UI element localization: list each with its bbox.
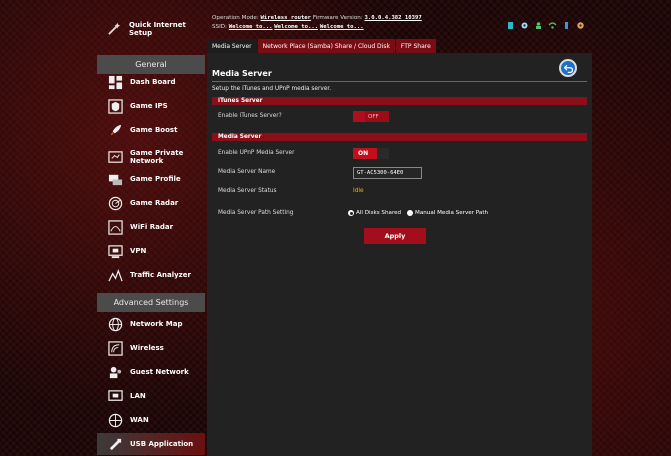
dashboard-icon: [107, 74, 123, 90]
profile-icon: [107, 171, 123, 187]
tab-bar: Media Server Network Place (Samba) Share…: [207, 39, 437, 53]
itunes-section-header: iTunes Server: [212, 97, 587, 105]
back-button[interactable]: [559, 59, 577, 77]
lan-icon: [107, 388, 123, 404]
top-info: Operation Mode: Wireless router Firmware…: [212, 14, 422, 32]
ssid-link[interactable]: Welcome to...: [320, 24, 364, 30]
path-setting-label: Media Server Path Setting: [218, 210, 294, 216]
gear-icon[interactable]: [520, 15, 529, 29]
tab-media-server[interactable]: Media Server: [207, 39, 257, 53]
radar-icon: [107, 195, 123, 211]
back-arrow-icon: [563, 64, 573, 73]
sidebar-item-label: LAN: [130, 392, 146, 400]
sidebar-item-label: Game Radar: [130, 199, 179, 207]
sidebar-item-vpn[interactable]: VPN: [97, 240, 205, 262]
usb-icon: [107, 436, 123, 452]
sidebar-item-game-radar[interactable]: Game Radar: [97, 192, 205, 214]
upnp-label: Enable UPnP Media Server: [218, 150, 295, 156]
sidebar: Quick Internet Setup General Dash Board …: [97, 0, 205, 456]
sidebar-item-label: Guest Network: [130, 368, 189, 376]
media-server-section-header: Media Server: [212, 133, 587, 141]
person-icon[interactable]: [534, 15, 543, 29]
page-description: Setup the iTunes and UPnP media server.: [212, 86, 332, 92]
sidebar-item-label: Wireless: [130, 344, 164, 352]
operation-mode-link[interactable]: Wireless router: [261, 15, 312, 21]
wifi-radar-icon: [107, 219, 123, 235]
itunes-toggle[interactable]: OFF: [353, 111, 389, 122]
sidebar-item-usb-application[interactable]: USB Application: [97, 433, 205, 455]
server-status-value: Idle: [353, 188, 364, 194]
radio-label: All Disks Shared: [356, 210, 402, 216]
advanced-settings-header: Advanced Settings: [97, 293, 205, 312]
guest-icon: [107, 364, 123, 380]
toggle-knob: [377, 148, 389, 159]
sidebar-item-label: Network Map: [130, 320, 183, 328]
sidebar-item-label: Game Boost: [130, 126, 178, 134]
sidebar-item-label: VPN: [130, 247, 147, 255]
wan-icon: [107, 412, 123, 428]
wand-icon: [107, 21, 122, 37]
shield-icon: [107, 98, 123, 114]
tab-ftp-share[interactable]: FTP Share: [395, 39, 436, 53]
main-panel: Media Server Setup the iTunes and UPnP m…: [207, 53, 592, 456]
usb-status-icon[interactable]: [562, 15, 571, 29]
ssid-label: SSID:: [212, 24, 227, 30]
ssid-link[interactable]: Welcome to...: [229, 24, 273, 30]
sidebar-item-label: Game Profile: [130, 175, 181, 183]
traffic-icon: [107, 267, 123, 283]
sidebar-item-game-ips[interactable]: Game IPS: [97, 95, 205, 117]
sidebar-item-network-map[interactable]: Network Map: [97, 313, 205, 335]
sidebar-item-game-boost[interactable]: Game Boost: [97, 119, 205, 141]
sidebar-item-wifi-radar[interactable]: WiFi Radar: [97, 216, 205, 238]
sidebar-item-dash-board[interactable]: Dash Board: [97, 71, 205, 93]
tab-network-place-share[interactable]: Network Place (Samba) Share / Cloud Disk: [257, 39, 395, 53]
radio-all-disks-shared[interactable]: All Disks Shared: [348, 210, 401, 216]
server-name-input[interactable]: GT-AC5300-64E0: [353, 167, 422, 179]
settings-icon[interactable]: [576, 15, 585, 29]
sidebar-item-wireless[interactable]: Wireless: [97, 337, 205, 359]
battery-icon[interactable]: [506, 15, 515, 29]
operation-mode-label: Operation Mode:: [212, 15, 259, 21]
firmware-label: Firmware Version:: [312, 15, 363, 21]
sidebar-item-label: WiFi Radar: [130, 223, 174, 231]
sidebar-item-label: Game Private Network: [130, 149, 184, 165]
upnp-toggle[interactable]: ON: [353, 148, 389, 159]
server-name-label: Media Server Name: [218, 169, 276, 175]
network-icon: [107, 149, 123, 165]
page-title: Media Server: [212, 69, 272, 78]
radio-selected-icon: [348, 210, 354, 216]
status-icons: [506, 15, 585, 29]
sidebar-item-label: Game IPS: [130, 102, 168, 110]
sidebar-item-label: Dash Board: [130, 78, 176, 86]
sidebar-item-guest-network[interactable]: Guest Network: [97, 361, 205, 383]
ssid-link[interactable]: Welcome to...: [274, 24, 318, 30]
sidebar-item-game-private-network[interactable]: Game Private Network: [97, 144, 205, 170]
wifi-icon[interactable]: [548, 15, 557, 29]
sidebar-item-game-profile[interactable]: Game Profile: [97, 168, 205, 190]
quick-internet-setup[interactable]: Quick Internet Setup: [97, 18, 205, 40]
sidebar-item-traffic-analyzer[interactable]: Traffic Analyzer: [97, 264, 205, 286]
sidebar-item-lan[interactable]: LAN: [97, 385, 205, 407]
firmware-link[interactable]: 3.0.0.4.382_10397: [365, 15, 422, 21]
vpn-icon: [107, 243, 123, 259]
sidebar-item-label: Traffic Analyzer: [130, 271, 191, 279]
radio-label: Manual Media Server Path: [415, 210, 489, 216]
globe-icon: [107, 316, 123, 332]
divider: [212, 81, 587, 82]
sidebar-item-label: USB Application: [130, 440, 194, 448]
sidebar-item-wan[interactable]: WAN: [97, 409, 205, 431]
itunes-label: Enable iTunes Server?: [218, 113, 282, 119]
wireless-icon: [107, 340, 123, 356]
rocket-icon: [107, 122, 123, 138]
toggle-knob: [353, 111, 365, 122]
quick-internet-setup-label: Quick Internet Setup: [129, 21, 186, 37]
apply-button[interactable]: Apply: [364, 228, 426, 244]
sidebar-item-label: WAN: [130, 416, 149, 424]
toggle-state: ON: [358, 150, 369, 157]
server-status-label: Media Server Status: [218, 188, 277, 194]
radio-unselected-icon: [407, 210, 413, 216]
toggle-state: OFF: [368, 113, 379, 120]
radio-manual-path[interactable]: Manual Media Server Path: [407, 210, 488, 216]
